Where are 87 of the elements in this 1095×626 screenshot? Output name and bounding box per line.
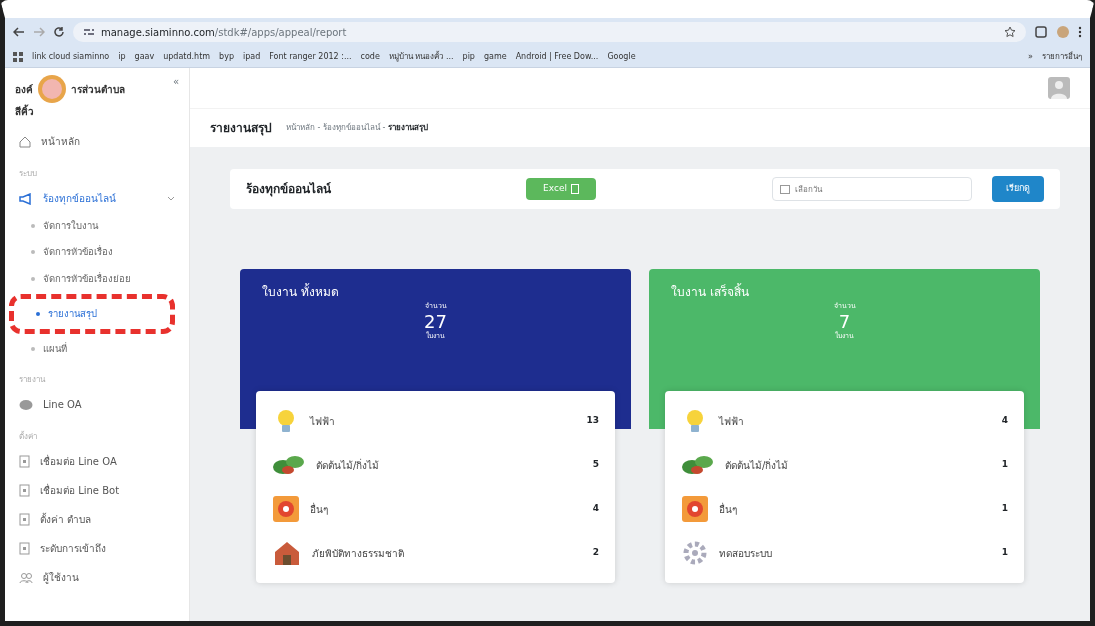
house-icon <box>272 540 302 566</box>
category-name: ภัยพิบัติทางธรรมชาติ <box>312 546 405 561</box>
submit-button[interactable]: เรียกดู <box>992 176 1044 202</box>
category-name: ทดสอบระบบ <box>719 546 773 561</box>
submenu-item[interactable]: แผนที่ <box>15 336 179 363</box>
category-name: อื่นๆ <box>310 501 329 517</box>
more-bookmarks-button[interactable]: » <box>1028 50 1033 63</box>
brand-text: องค์ <box>15 82 33 97</box>
megaphone-icon <box>19 192 33 205</box>
section-heading: ระบบ <box>19 168 38 180</box>
card-title: ใบงาน เสร็จสิ้น <box>671 283 750 301</box>
leaves-icon <box>681 453 715 477</box>
bookmark-link[interactable]: หมู่บ้าน หนองคั้ว ... <box>388 50 454 63</box>
category-count: 4 <box>592 502 599 516</box>
page-title: รายงานสรุป <box>210 120 272 137</box>
category-name: ไฟฟ้า <box>719 414 745 429</box>
count-value: 27 <box>424 311 447 332</box>
bookmark-link[interactable]: Google <box>607 50 636 63</box>
collapse-sidebar-button[interactable]: « <box>172 74 179 89</box>
file-icon <box>570 184 579 195</box>
chat-bubble-icon <box>19 398 33 411</box>
sidebar-item[interactable]: ผู้ใช้งาน <box>15 563 179 593</box>
address-bar[interactable]: manage.siaminno.com/stdk#/apps/appeal/report <box>73 22 1026 42</box>
card-title: ใบงาน ทั้งหมด <box>262 283 340 301</box>
category-count: 1 <box>1001 546 1008 560</box>
sidebar-item[interactable]: หน้าหลัก <box>15 127 179 156</box>
star-icon[interactable] <box>1004 26 1016 38</box>
url-text: manage.siaminno.com/stdk#/apps/appeal/report <box>101 25 347 40</box>
bookmark-link[interactable]: game <box>483 50 507 63</box>
bookmark-link[interactable]: Font ranger 2012 :... <box>269 50 352 63</box>
card-title: ร้องทุกข์ออนไลน์ <box>246 181 332 199</box>
home-icon <box>19 135 31 148</box>
sidebar-item[interactable]: เชื่อมต่อ Line OA <box>15 447 179 477</box>
apps-grid-icon[interactable] <box>13 51 23 62</box>
bookmark-link[interactable]: byp <box>219 50 234 63</box>
date-field[interactable]: เลือกวัน <box>772 177 972 202</box>
sidebar-item[interactable]: ร้องทุกข์ออนไลน์ <box>15 184 179 213</box>
more-menu-icon[interactable] <box>1078 26 1082 38</box>
brand-text: สีคิ้ว <box>15 104 35 119</box>
category-name: ตัดต้นไม้/กิ่งไม้ <box>316 457 381 473</box>
users-icon <box>19 571 33 584</box>
other-bookmarks-link[interactable]: รายการอื่นๆ <box>1042 50 1082 63</box>
submenu-item[interactable]: รายงานสรุป <box>20 300 170 327</box>
category-count: 13 <box>586 414 599 428</box>
reload-icon[interactable] <box>53 26 65 38</box>
submenu-item[interactable]: จัดการหัวข้อเรื่อง <box>15 239 179 266</box>
bookmark-link[interactable]: Android | Free Dow... <box>515 50 599 63</box>
category-count: 2 <box>592 546 599 560</box>
extension-icon[interactable] <box>1034 25 1048 39</box>
site-settings-icon <box>83 27 95 37</box>
colorful-box-icon <box>681 495 709 523</box>
category-name: ไฟฟ้า <box>310 414 336 429</box>
breadcrumb: หน้าหลัก - ร้องทุกข์ออนไลน์ - รายงานสรุป <box>286 122 428 134</box>
back-arrow-icon[interactable] <box>13 27 25 37</box>
document-icon <box>19 455 30 469</box>
bookmark-link[interactable]: code <box>360 50 380 63</box>
leaves-icon <box>272 453 306 477</box>
count-value: 7 <box>838 311 851 332</box>
document-icon <box>19 542 30 556</box>
sidebar-item[interactable]: ตั้งค่า ตำบล <box>15 505 179 535</box>
gear-icon <box>681 539 709 567</box>
bookmark-link[interactable]: updatd.htm <box>163 50 211 63</box>
category-name: อื่นๆ <box>719 501 738 517</box>
sidebar-item[interactable]: เชื่อมต่อ Line Bot <box>15 476 179 506</box>
bookmark-link[interactable]: ipad <box>242 50 261 63</box>
category-count: 5 <box>592 458 599 472</box>
sidebar-item[interactable]: ระดับการเข้าถึง <box>15 534 179 564</box>
section-heading: ตั้งค่า <box>19 431 38 444</box>
category-count: 4 <box>1001 414 1008 428</box>
bookmark-link[interactable]: ip <box>118 50 126 63</box>
bookmark-link[interactable]: gaav <box>134 50 155 63</box>
colorful-box-icon <box>272 495 300 523</box>
chevron-down-icon[interactable] <box>167 195 175 202</box>
emblem-logo <box>37 74 67 104</box>
category-name: ตัดต้นไม้/กิ่งไม้ <box>725 457 790 473</box>
category-count: 1 <box>1001 502 1008 516</box>
sidebar-item[interactable]: Line OA <box>15 390 179 420</box>
document-icon <box>19 484 30 498</box>
bookmark-link[interactable]: link cloud siaminno <box>32 50 110 63</box>
category-count: 1 <box>1001 458 1008 472</box>
calendar-icon <box>780 184 790 195</box>
section-heading: รายงาน <box>19 374 47 387</box>
submenu-item[interactable]: จัดการใบงาน <box>15 213 179 240</box>
document-icon <box>19 513 30 527</box>
brand-text: ารส่วนตำบล <box>71 82 125 97</box>
bookmark-link[interactable]: pip <box>462 50 475 63</box>
submenu-item[interactable]: จัดการหัวข้อเรื่องย่อย <box>15 265 179 292</box>
